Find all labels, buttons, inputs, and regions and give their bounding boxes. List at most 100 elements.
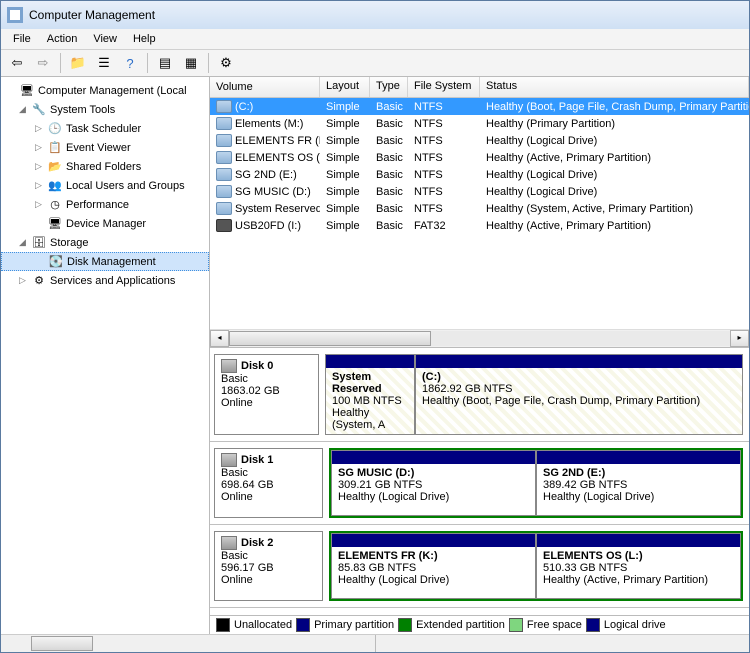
volume-name: SG MUSIC (D:) [235, 186, 311, 198]
disk-info[interactable]: Disk 0Basic1863.02 GBOnline [214, 354, 319, 435]
legend-swatch-free [509, 618, 523, 632]
disk-info[interactable]: Disk 2Basic596.17 GBOnline [214, 531, 323, 601]
expand-icon[interactable]: ▷ [33, 180, 44, 191]
tree-panel[interactable]: 🖥Computer Management (Local ◢🔧System Too… [1, 77, 210, 634]
partition-colorbar [332, 534, 535, 547]
disk-row[interactable]: Disk 0Basic1863.02 GBOnlineSystem Reserv… [210, 348, 749, 442]
collapse-icon[interactable]: ◢ [17, 237, 28, 248]
volume-type: Basic [370, 185, 408, 199]
back-button[interactable]: ⇦ [5, 51, 29, 75]
volume-type: Basic [370, 117, 408, 131]
settings-button[interactable]: ⚙ [214, 51, 238, 75]
col-filesystem[interactable]: File System [408, 77, 480, 97]
volume-row[interactable]: SG 2ND (E:)SimpleBasicNTFSHealthy (Logic… [210, 166, 749, 183]
help-button[interactable]: ? [118, 51, 142, 75]
tree-performance[interactable]: ▷◷Performance [1, 195, 209, 214]
tree-root[interactable]: 🖥Computer Management (Local [1, 81, 209, 100]
menu-help[interactable]: Help [125, 31, 164, 47]
volume-name: ELEMENTS FR (K:) [235, 135, 320, 147]
disk-row[interactable]: Disk 2Basic596.17 GBOnlineELEMENTS FR (K… [210, 525, 749, 608]
partition-colorbar [537, 534, 740, 547]
tree-local-users[interactable]: ▷👥Local Users and Groups [1, 176, 209, 195]
collapse-icon[interactable]: ◢ [17, 104, 28, 115]
partition[interactable]: ELEMENTS FR (K:)85.83 GB NTFSHealthy (Lo… [331, 533, 536, 599]
volume-type: Basic [370, 219, 408, 233]
tree-system-tools[interactable]: ◢🔧System Tools [1, 100, 209, 119]
menu-view[interactable]: View [85, 31, 125, 47]
volume-row[interactable]: System ReservedSimpleBasicNTFSHealthy (S… [210, 200, 749, 217]
tree-event-viewer[interactable]: ▷📋Event Viewer [1, 138, 209, 157]
volume-name: System Reserved [235, 203, 320, 215]
partitions: SG MUSIC (D:)309.21 GB NTFSHealthy (Logi… [327, 442, 749, 524]
users-icon: 👥 [47, 178, 63, 194]
volume-list: Volume Layout Type File System Status (C… [210, 77, 749, 348]
view-top-button[interactable]: ▤ [153, 51, 177, 75]
disk-state: Online [221, 491, 316, 503]
tree-scrollbar[interactable] [1, 634, 749, 652]
partition-colorbar [416, 355, 742, 368]
col-status[interactable]: Status [480, 77, 749, 97]
tree-device-manager[interactable]: 🖥Device Manager [1, 214, 209, 233]
expand-icon[interactable]: ▷ [17, 275, 28, 286]
app-icon [7, 7, 23, 23]
volume-row[interactable]: ELEMENTS FR (K:)SimpleBasicNTFSHealthy (… [210, 132, 749, 149]
partition[interactable]: ELEMENTS OS (L:)510.33 GB NTFSHealthy (A… [536, 533, 741, 599]
disk-size: 1863.02 GB [221, 385, 312, 397]
partition[interactable]: SG MUSIC (D:)309.21 GB NTFSHealthy (Logi… [331, 450, 536, 516]
partition-title: ELEMENTS FR (K:) [338, 550, 529, 562]
extended-partition[interactable]: ELEMENTS FR (K:)85.83 GB NTFSHealthy (Lo… [329, 531, 743, 601]
volume-status: Healthy (Boot, Page File, Crash Dump, Pr… [480, 100, 749, 114]
scroll-left-button[interactable]: ◂ [210, 330, 229, 347]
menu-action[interactable]: Action [39, 31, 86, 47]
partitions: ELEMENTS FR (K:)85.83 GB NTFSHealthy (Lo… [327, 525, 749, 607]
tree-storage[interactable]: ◢🗄Storage [1, 233, 209, 252]
col-layout[interactable]: Layout [320, 77, 370, 97]
forward-button[interactable]: ⇨ [31, 51, 55, 75]
volume-list-body[interactable]: (C:)SimpleBasicNTFSHealthy (Boot, Page F… [210, 98, 749, 329]
storage-icon: 🗄 [31, 235, 47, 251]
volume-row[interactable]: (C:)SimpleBasicNTFSHealthy (Boot, Page F… [210, 98, 749, 115]
volume-row[interactable]: Elements (M:)SimpleBasicNTFSHealthy (Pri… [210, 115, 749, 132]
expand-icon[interactable]: ▷ [33, 123, 44, 134]
volume-row[interactable]: ELEMENTS OS (L:)SimpleBasicNTFSHealthy (… [210, 149, 749, 166]
menu-file[interactable]: File [5, 31, 39, 47]
scroll-right-button[interactable]: ▸ [730, 330, 749, 347]
volume-type: Basic [370, 134, 408, 148]
expand-icon[interactable]: ▷ [33, 161, 44, 172]
disk-size: 698.64 GB [221, 479, 316, 491]
disk-row[interactable]: Disk 1Basic698.64 GBOnlineSG MUSIC (D:)3… [210, 442, 749, 525]
extended-partition[interactable]: SG MUSIC (D:)309.21 GB NTFSHealthy (Logi… [329, 448, 743, 518]
separator [147, 53, 148, 73]
up-button[interactable]: 📁 [66, 51, 90, 75]
volume-fs: NTFS [408, 134, 480, 148]
folder-icon: 📂 [47, 159, 63, 175]
partition[interactable]: System Reserved100 MB NTFSHealthy (Syste… [325, 354, 415, 435]
volume-row[interactable]: USB20FD (I:)SimpleBasicFAT32Healthy (Act… [210, 217, 749, 234]
disk-info[interactable]: Disk 1Basic698.64 GBOnline [214, 448, 323, 518]
col-volume[interactable]: Volume [210, 77, 320, 97]
tree-shared-folders[interactable]: ▷📂Shared Folders [1, 157, 209, 176]
volume-name: SG 2ND (E:) [235, 169, 297, 181]
properties-button[interactable]: ☰ [92, 51, 116, 75]
view-bottom-button[interactable]: ▦ [179, 51, 203, 75]
disk-graphical-view[interactable]: Disk 0Basic1863.02 GBOnlineSystem Reserv… [210, 348, 749, 615]
col-type[interactable]: Type [370, 77, 408, 97]
expand-icon[interactable]: ▷ [33, 199, 44, 210]
scroll-thumb[interactable] [229, 331, 431, 346]
partition[interactable]: SG 2ND (E:)389.42 GB NTFSHealthy (Logica… [536, 450, 741, 516]
volume-layout: Simple [320, 134, 370, 148]
titlebar[interactable]: Computer Management [1, 1, 749, 29]
horizontal-scrollbar[interactable]: ◂ ▸ [210, 329, 749, 347]
volume-row[interactable]: SG MUSIC (D:)SimpleBasicNTFSHealthy (Log… [210, 183, 749, 200]
volume-layout: Simple [320, 100, 370, 114]
tree-disk-management[interactable]: 💽Disk Management [1, 252, 209, 271]
tree-task-scheduler[interactable]: ▷🕒Task Scheduler [1, 119, 209, 138]
tree-services[interactable]: ▷⚙Services and Applications [1, 271, 209, 290]
volume-layout: Simple [320, 202, 370, 216]
partition[interactable]: (C:)1862.92 GB NTFSHealthy (Boot, Page F… [415, 354, 743, 435]
partition-status: Healthy (Boot, Page File, Crash Dump, Pr… [422, 395, 736, 407]
expand-icon[interactable]: ▷ [33, 142, 44, 153]
scroll-track[interactable] [229, 331, 730, 346]
scroll-thumb[interactable] [31, 636, 93, 651]
partition-title: ELEMENTS OS (L:) [543, 550, 734, 562]
